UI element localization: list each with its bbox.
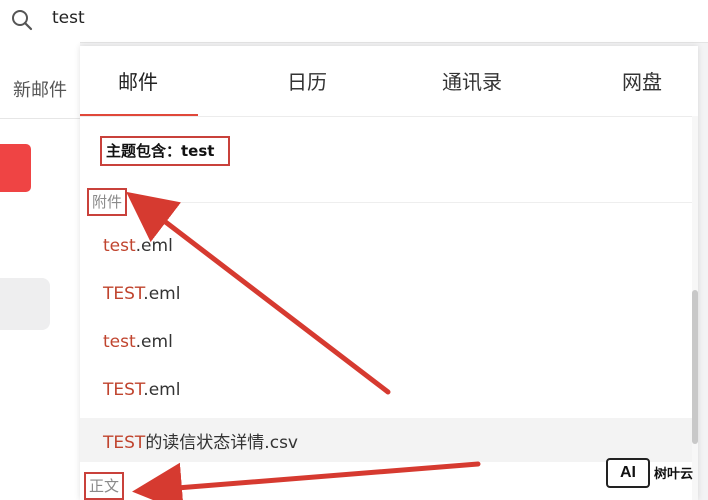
attachment-result[interactable]: test.eml <box>80 322 692 366</box>
match-text: test <box>103 236 136 256</box>
filename-rest: .eml <box>135 332 173 352</box>
filename-rest: .eml <box>143 380 181 400</box>
search-icon[interactable] <box>11 9 33 35</box>
attachments-section-label: 附件 <box>87 188 128 216</box>
tab-netdisk[interactable]: 网盘 <box>622 66 662 96</box>
match-text: TEST <box>103 284 144 304</box>
watermark-text: 树叶云 <box>654 467 694 482</box>
sidebar-item-selected[interactable] <box>0 278 50 330</box>
filename-rest: .eml <box>143 284 181 304</box>
watermark-logo: AI <box>606 458 650 488</box>
compose-button[interactable] <box>0 144 31 192</box>
sidebar <box>0 42 80 500</box>
attachment-result[interactable]: TEST.eml <box>80 274 692 318</box>
tabs-divider <box>80 116 698 117</box>
new-mail-tab[interactable]: 新邮件 <box>13 76 67 102</box>
sidebar-divider <box>0 118 80 119</box>
tab-calendar[interactable]: 日历 <box>287 66 327 96</box>
match-text: TEST <box>103 433 146 453</box>
section-divider <box>132 202 697 203</box>
search-bar[interactable]: test <box>0 0 708 43</box>
attachment-result[interactable]: test.eml <box>80 226 692 270</box>
match-text: TEST <box>103 380 144 400</box>
tab-contacts[interactable]: 通讯录 <box>442 66 502 96</box>
search-suggestions-panel: 邮件 日历 通讯录 网盘 主题包含：test 附件 test.eml TEST.… <box>80 46 698 500</box>
search-input[interactable]: test <box>52 8 85 28</box>
attachment-result-hovered[interactable]: TEST的读信状态详情.csv <box>80 418 692 462</box>
match-text: test <box>103 332 136 352</box>
filename-rest: .eml <box>135 236 173 256</box>
tab-mail[interactable]: 邮件 <box>118 66 158 96</box>
subject-contains-suggestion[interactable]: 主题包含：test <box>100 136 230 166</box>
scrollbar-thumb[interactable] <box>692 290 698 444</box>
attachment-result[interactable]: TEST.eml <box>80 370 692 414</box>
filename-rest: 的读信状态详情.csv <box>145 433 298 453</box>
body-section-label: 正文 <box>84 472 125 500</box>
